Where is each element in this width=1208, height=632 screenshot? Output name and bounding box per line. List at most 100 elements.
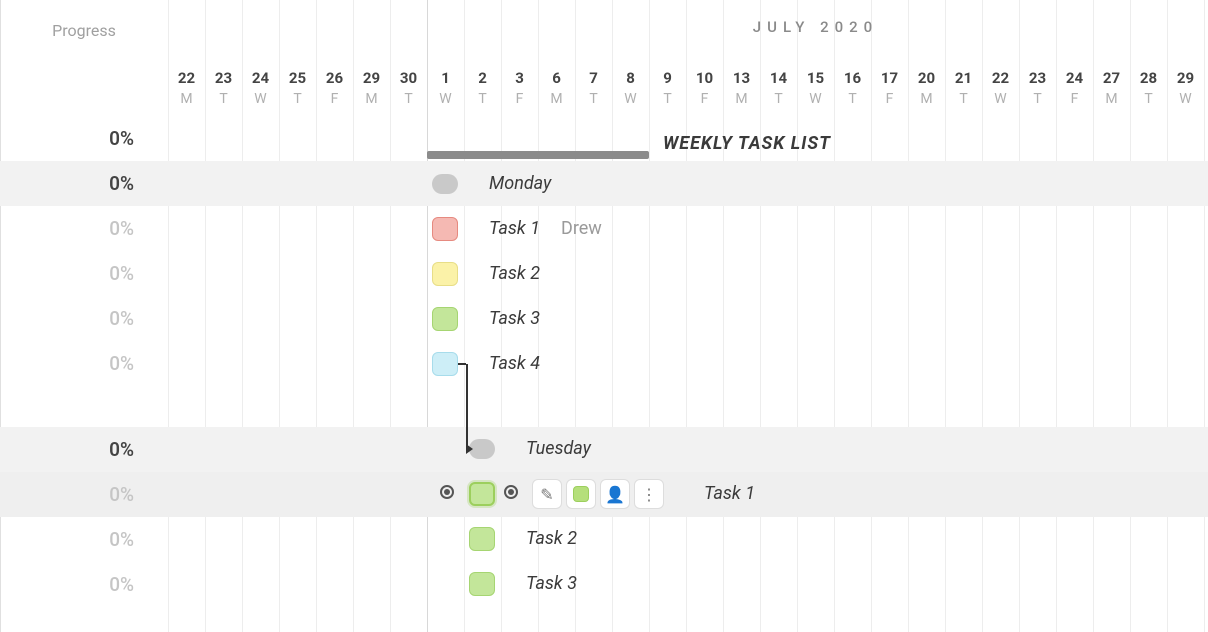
- day-header[interactable]: 25 T: [279, 60, 316, 116]
- day-header[interactable]: 29 W: [1167, 60, 1204, 116]
- milestone-label: Monday: [489, 173, 551, 194]
- day-header[interactable]: 27M: [1093, 60, 1130, 116]
- day-of-week: F: [516, 91, 524, 107]
- day-header[interactable]: 21T: [945, 60, 982, 116]
- milestone-marker[interactable]: [432, 174, 458, 194]
- color-button[interactable]: [566, 479, 596, 509]
- day-header[interactable]: 23T: [205, 60, 242, 116]
- gantt-content[interactable]: 0%WEEKLY TASK LIST0%Monday0%Task 1Drew0%…: [0, 116, 1208, 632]
- day-header[interactable]: 29M: [353, 60, 390, 116]
- day-of-week: M: [365, 91, 377, 107]
- task-start-handle[interactable]: [440, 485, 454, 499]
- day-header[interactable]: 22 W: [982, 60, 1019, 116]
- day-header[interactable]: 2T: [464, 60, 501, 116]
- task-label: Task 4: [489, 353, 540, 374]
- progress-value: 0%: [0, 562, 168, 607]
- day-number: 20: [918, 69, 935, 87]
- progress-value: 0%: [0, 251, 168, 296]
- day-of-week: W: [254, 91, 266, 107]
- day-header[interactable]: 20 M: [908, 60, 945, 116]
- task-end-handle[interactable]: [504, 485, 518, 499]
- summary-row[interactable]: 0%WEEKLY TASK LIST: [0, 116, 1208, 161]
- progress-value: 0%: [0, 296, 168, 341]
- assign-button[interactable]: 👤: [600, 479, 630, 509]
- day-number: 1: [441, 69, 450, 87]
- day-header[interactable]: 9T: [649, 60, 686, 116]
- day-of-week: T: [663, 91, 671, 107]
- day-header[interactable]: 6M: [538, 60, 575, 116]
- day-header[interactable]: 22M: [168, 60, 205, 116]
- day-of-week: W: [439, 91, 451, 107]
- day-header[interactable]: 24F: [1056, 60, 1093, 116]
- task-row[interactable]: 0%Task 2: [0, 251, 1208, 296]
- day-header[interactable]: 16T: [834, 60, 871, 116]
- day-number: 15: [807, 69, 824, 87]
- day-header-row: 22M23T24W25T26F29M30T1W2T3F6M7T8W9T10F13…: [0, 60, 1208, 116]
- day-number: 26: [326, 69, 343, 87]
- day-number: 9: [663, 69, 672, 87]
- day-header[interactable]: 17 F: [871, 60, 908, 116]
- day-header[interactable]: 3F: [501, 60, 538, 116]
- day-number: 24: [252, 69, 269, 87]
- day-header[interactable]: 28T: [1130, 60, 1167, 116]
- day-of-week: W: [994, 91, 1006, 107]
- task-bar[interactable]: [432, 307, 458, 331]
- task-row[interactable]: 0%Task 2: [0, 517, 1208, 562]
- task-bar[interactable]: [432, 217, 458, 241]
- day-header[interactable]: 30T: [390, 60, 427, 116]
- task-bar[interactable]: [469, 572, 495, 596]
- day-number: 22: [992, 69, 1009, 87]
- day-header[interactable]: 13 M: [723, 60, 760, 116]
- progress-column-header: Progress: [0, 0, 168, 60]
- summary-bar[interactable]: [427, 151, 649, 159]
- day-of-week: F: [886, 91, 894, 107]
- day-number: 28: [1140, 69, 1157, 87]
- day-number: 7: [589, 69, 598, 87]
- task-row[interactable]: 0%Task 3: [0, 562, 1208, 607]
- task-label: Task 1: [489, 218, 540, 239]
- day-of-week: W: [1179, 91, 1191, 107]
- day-number: 17: [881, 69, 898, 87]
- day-header[interactable]: 8W: [612, 60, 649, 116]
- day-header[interactable]: 23T: [1019, 60, 1056, 116]
- milestone-row[interactable]: 0% Monday: [0, 161, 1208, 206]
- day-of-week: M: [735, 91, 747, 107]
- milestone-row[interactable]: 0%Tuesday: [0, 427, 1208, 472]
- day-header[interactable]: 1W: [427, 60, 464, 116]
- day-number: 25: [289, 69, 306, 87]
- task-bar[interactable]: [432, 262, 458, 286]
- day-of-week: T: [1033, 91, 1041, 107]
- summary-title: WEEKLY TASK LIST: [663, 133, 831, 154]
- task-row[interactable]: 0%Task 4: [0, 341, 1208, 386]
- edit-button[interactable]: ✎: [532, 479, 562, 509]
- task-bar[interactable]: [432, 352, 458, 376]
- more-vertical-icon: ⋮: [641, 485, 657, 504]
- progress-value: 0%: [0, 161, 168, 206]
- day-header[interactable]: 15W: [797, 60, 834, 116]
- more-button[interactable]: ⋮: [634, 479, 664, 509]
- day-header[interactable]: 10F: [686, 60, 723, 116]
- task-row[interactable]: 0% ✎ 👤 ⋮ Task 1: [0, 472, 1208, 517]
- task-bar[interactable]: [469, 527, 495, 551]
- task-bar[interactable]: [469, 482, 495, 506]
- month-header: Progress JULY 2020: [0, 0, 1208, 60]
- day-header[interactable]: 26F: [316, 60, 353, 116]
- day-number: 13: [733, 69, 750, 87]
- day-of-week: T: [293, 91, 301, 107]
- task-row[interactable]: 0%Task 1Drew: [0, 206, 1208, 251]
- task-label: Task 1: [704, 483, 755, 504]
- day-of-week: M: [920, 91, 932, 107]
- day-of-week: T: [589, 91, 597, 107]
- spacer-row: [0, 386, 1208, 427]
- pencil-icon: ✎: [540, 485, 553, 504]
- day-number: 8: [626, 69, 635, 87]
- progress-value: 0%: [0, 472, 168, 517]
- day-number: 29: [1177, 69, 1194, 87]
- day-number: 21: [955, 69, 972, 87]
- day-header[interactable]: 7T: [575, 60, 612, 116]
- day-header[interactable]: 14T: [760, 60, 797, 116]
- task-row[interactable]: 0%Task 3: [0, 296, 1208, 341]
- day-number: 3: [515, 69, 524, 87]
- day-header[interactable]: 24 W: [242, 60, 279, 116]
- day-of-week: F: [701, 91, 709, 107]
